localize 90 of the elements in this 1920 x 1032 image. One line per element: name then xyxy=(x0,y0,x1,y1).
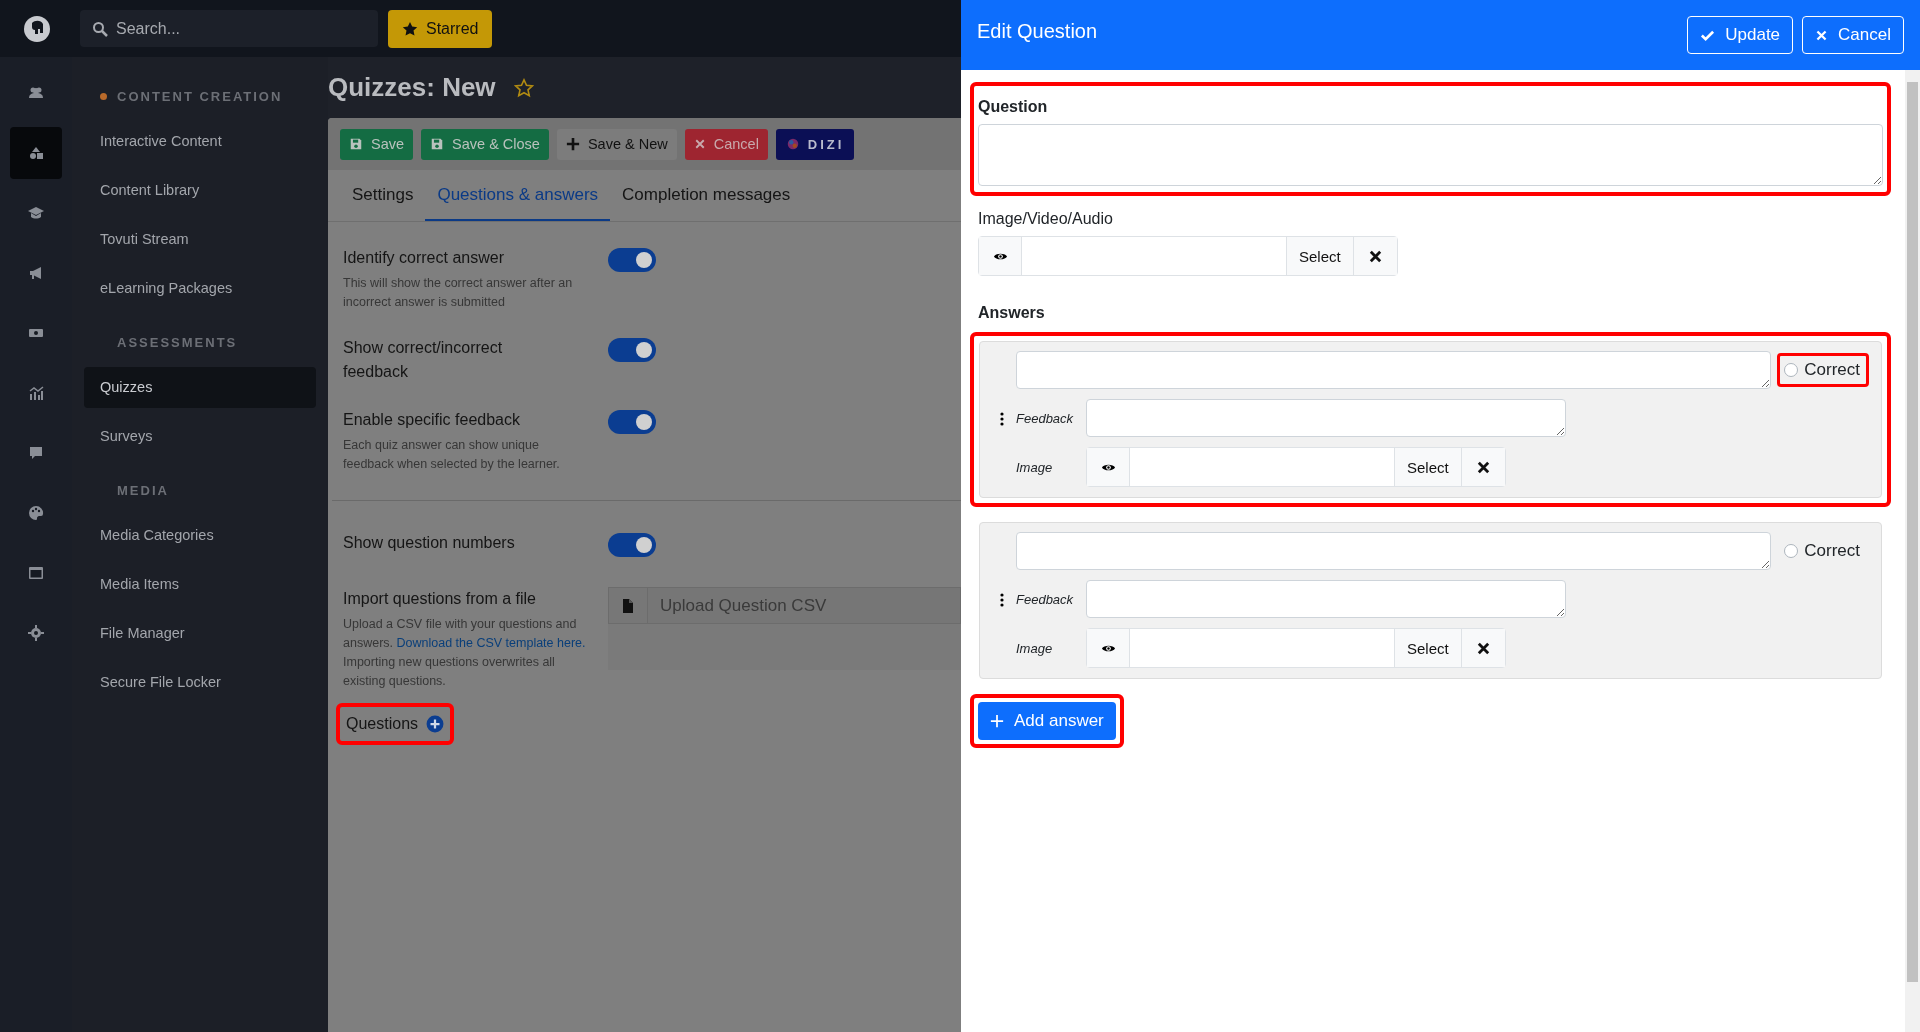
graduation-cap-icon xyxy=(28,205,44,221)
add-answer-button[interactable]: Add answer xyxy=(978,702,1116,740)
clear-button[interactable] xyxy=(1460,448,1505,486)
nav-rail-button[interactable] xyxy=(10,127,62,179)
people-icon xyxy=(28,85,44,101)
select-button[interactable]: Select xyxy=(1394,629,1461,667)
answer-field[interactable] xyxy=(1016,351,1772,389)
plus-icon xyxy=(565,137,580,151)
sidebar-item[interactable]: Secure File Locker xyxy=(84,662,316,703)
field-label: Image xyxy=(1016,640,1054,656)
help-text: This will show the correct answer after an incorrect answer is submitted xyxy=(343,275,574,311)
clear-button[interactable] xyxy=(1460,629,1505,667)
sidebar-item[interactable]: Media Items xyxy=(84,564,316,605)
media-picker[interactable]: Select xyxy=(978,236,1398,276)
search-field[interactable]: Search... xyxy=(80,10,378,47)
setting-label: Show correct/incorrect feedback xyxy=(343,338,504,382)
preview-button[interactable] xyxy=(1087,629,1130,667)
sidebar-item[interactable]: Interactive Content xyxy=(84,121,316,162)
field-label: Feedback xyxy=(1016,591,1075,607)
clear-button[interactable] xyxy=(1352,237,1397,275)
file-icon xyxy=(620,597,636,614)
section-heading: ASSESSMENTS xyxy=(117,334,238,350)
plus-icon xyxy=(990,714,1004,728)
correct-radio[interactable]: Correct xyxy=(1784,360,1860,380)
setting-label: Identify correct answer xyxy=(343,248,505,268)
preview-button[interactable] xyxy=(1087,448,1130,486)
field-label: Image/Video/Audio xyxy=(978,210,1114,228)
answer-field[interactable] xyxy=(1016,532,1772,570)
sidebar-item[interactable]: Content Library xyxy=(84,170,316,211)
palette-icon xyxy=(28,505,44,521)
help-text: Each quiz answer can show unique feedback when selected by the learner. xyxy=(343,437,561,473)
setting-label: Enable specific feedback xyxy=(343,410,521,430)
section-heading: MEDIA xyxy=(117,482,169,498)
save-new-button[interactable]: Save & New xyxy=(556,128,677,160)
save-button[interactable]: Save xyxy=(340,128,414,160)
close-icon xyxy=(693,138,706,150)
help-text: Upload a CSV file with your questions and answers. Download the CSV template here. xyxy=(343,616,587,652)
megaphone-icon xyxy=(28,265,44,281)
sidebar-item[interactable]: Media Categories xyxy=(84,515,316,556)
close-icon xyxy=(1367,248,1383,264)
close-icon xyxy=(1475,459,1491,475)
speech-bubble-icon xyxy=(28,445,44,461)
toggle-switch[interactable] xyxy=(608,338,656,362)
media-picker[interactable]: Select xyxy=(1086,447,1506,487)
feedback-field[interactable] xyxy=(1086,399,1566,437)
sidebar-item[interactable]: File Manager xyxy=(84,613,316,654)
media-picker[interactable]: Select xyxy=(1086,628,1506,668)
window-icon xyxy=(28,565,44,581)
feedback-field[interactable] xyxy=(1086,580,1566,618)
starred-button[interactable]: Starred xyxy=(388,9,493,48)
select-button[interactable]: Select xyxy=(1286,237,1353,275)
select-button[interactable]: Select xyxy=(1394,448,1461,486)
setting-label: Show question numbers xyxy=(343,533,516,553)
upload-control[interactable]: Upload Question CSV xyxy=(608,587,961,624)
tab[interactable]: Completion messages xyxy=(610,170,803,221)
update-button[interactable]: Update xyxy=(1687,16,1794,54)
panel-title: Edit Question xyxy=(977,19,1099,43)
field-label: Feedback xyxy=(1016,410,1075,426)
sidebar-item[interactable]: eLearning Packages xyxy=(84,268,316,309)
add-icon[interactable] xyxy=(426,715,445,733)
close-icon xyxy=(1815,28,1829,42)
search-icon xyxy=(92,21,108,37)
sidebar-item[interactable]: Surveys xyxy=(84,416,316,457)
scrollbar[interactable] xyxy=(1905,70,1920,1032)
dizi-button[interactable]: DIZI xyxy=(775,128,855,160)
tab[interactable]: Settings xyxy=(340,170,426,221)
chart-icon xyxy=(28,385,44,401)
toggle-switch[interactable] xyxy=(608,248,656,272)
page-title: Quizzes: New xyxy=(328,72,496,103)
correct-radio[interactable]: Correct xyxy=(1784,541,1860,561)
close-icon xyxy=(1475,640,1491,656)
star-icon xyxy=(402,20,418,37)
help-text: Importing new questions overwrites all existing questions. xyxy=(343,654,556,690)
star-icon[interactable] xyxy=(513,77,534,98)
sidebar-item[interactable]: Quizzes xyxy=(84,367,316,408)
setting-label: Import questions from a file xyxy=(343,589,537,609)
preview-button[interactable] xyxy=(979,237,1022,275)
sidebar-item[interactable]: Tovuti Stream xyxy=(84,219,316,260)
field-label: Question xyxy=(978,98,1049,116)
field-label: Image xyxy=(1016,459,1054,475)
section-heading: CONTENT CREATION xyxy=(117,88,283,104)
save-button[interactable]: Save & Close xyxy=(421,128,549,160)
toggle-switch[interactable] xyxy=(608,410,656,434)
cancel-button[interactable]: Cancel xyxy=(1802,16,1904,54)
section-heading: Answers xyxy=(978,304,1046,322)
cancel-button[interactable]: Cancel xyxy=(684,128,768,160)
toggle-switch[interactable] xyxy=(608,533,656,557)
question-field[interactable] xyxy=(978,124,1883,186)
questions-label: Questions xyxy=(346,715,419,733)
shapes-icon xyxy=(28,145,44,161)
